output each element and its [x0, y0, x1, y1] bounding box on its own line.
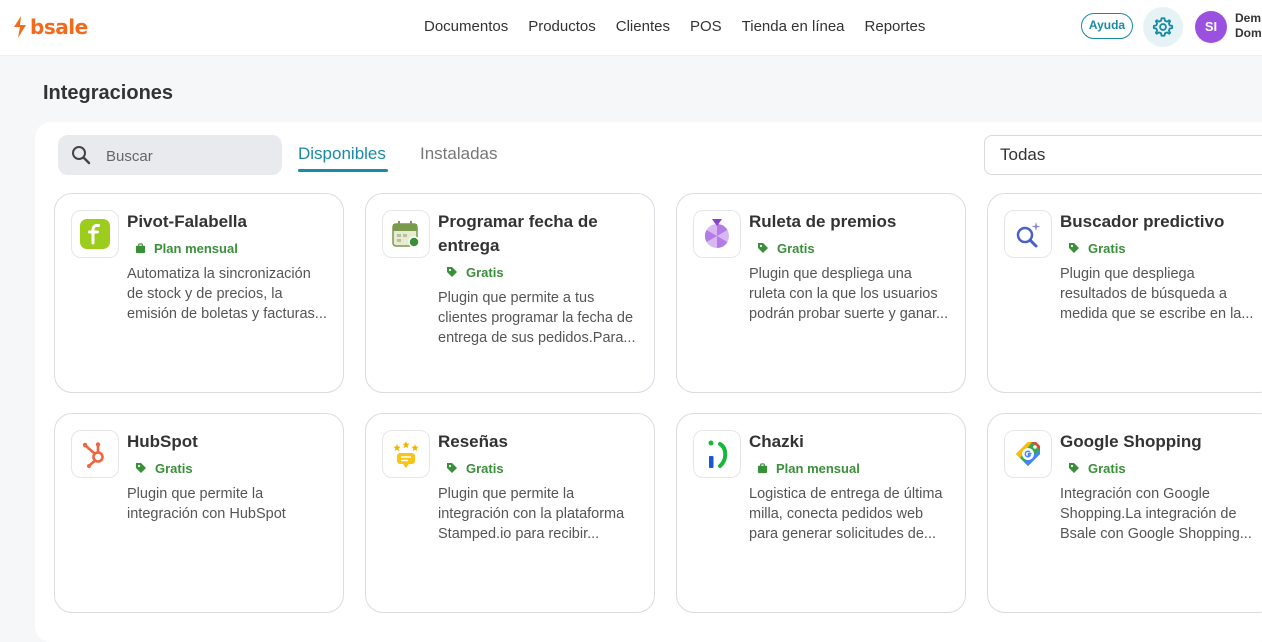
plan-badge: Gratis [1068, 240, 1260, 256]
tag-icon [447, 267, 457, 277]
gear-icon [1152, 17, 1174, 37]
search-icon [72, 146, 91, 165]
badge-label: Gratis [777, 240, 815, 256]
card-title: Programar fecha de entrega [438, 212, 598, 255]
user-name-line2: Dom [1235, 26, 1262, 40]
integration-card-pivot-falabella[interactable]: Pivot-Falabella Plan mensual Automatiza … [54, 193, 344, 393]
falabella-icon [71, 210, 119, 258]
nav-productos[interactable]: Productos [528, 18, 596, 35]
search-box [58, 135, 282, 177]
nav-documentos[interactable]: Documentos [424, 18, 508, 35]
nav-reportes[interactable]: Reportes [865, 18, 926, 35]
card-description: Plugin que despliega resultados de búsqu… [1060, 266, 1254, 322]
plan-badge: Gratis [135, 460, 327, 476]
nav-tienda-en-linea[interactable]: Tienda en línea [742, 18, 845, 35]
tag-icon [1069, 463, 1079, 473]
card-description: Integración con Google Shopping.La integ… [1060, 486, 1252, 542]
help-button[interactable]: Ayuda [1081, 13, 1133, 39]
page-title: Integraciones [43, 82, 174, 104]
integration-card-google-shopping[interactable]: Google Shopping Gratis Integración con G… [987, 413, 1262, 613]
plan-badge: Gratis [757, 240, 949, 256]
settings-button[interactable] [1143, 7, 1183, 47]
badge-label: Plan mensual [776, 460, 860, 476]
tab-instaladas[interactable]: Instaladas [420, 144, 498, 164]
card-title: Buscador predictivo [1060, 212, 1225, 231]
integration-card-resenas[interactable]: Reseñas Gratis Plugin que permite la int… [365, 413, 655, 613]
google-shopping-icon [1004, 430, 1052, 478]
card-description: Plugin que permite la integración con Hu… [127, 486, 286, 522]
bsale-logo[interactable]: bsale [12, 13, 88, 41]
calendar-icon [382, 210, 430, 258]
plan-badge: Gratis [446, 460, 638, 476]
integration-card-buscador-predictivo[interactable]: Buscador predictivo Gratis Plugin que de… [987, 193, 1262, 393]
card-title: Google Shopping [1060, 432, 1202, 451]
tag-icon [136, 463, 146, 473]
chazki-icon [693, 430, 741, 478]
plan-badge: Plan mensual [757, 460, 949, 476]
nav-pos[interactable]: POS [690, 18, 722, 35]
category-select[interactable]: Todas [984, 135, 1262, 175]
integration-card-hubspot[interactable]: HubSpot Gratis Plugin que permite la int… [54, 413, 344, 613]
card-title: Pivot-Falabella [127, 212, 247, 231]
badge-label: Gratis [1088, 460, 1126, 476]
magnifier-sparkle-icon [1004, 210, 1052, 258]
active-tab-indicator [298, 169, 388, 172]
badge-label: Gratis [155, 460, 193, 476]
top-bar: bsale Documentos Productos Clientes POS … [0, 0, 1262, 56]
briefcase-icon [757, 462, 768, 473]
integration-card-chazki[interactable]: Chazki Plan mensual Logistica de entrega… [676, 413, 966, 613]
integration-card-programar-fecha-de-entrega[interactable]: Programar fecha de entrega Gratis Plugin… [365, 193, 655, 393]
card-title: Ruleta de premios [749, 212, 897, 231]
search-input[interactable] [104, 135, 278, 177]
plan-badge: Gratis [1068, 460, 1260, 476]
user-name[interactable]: Dem Dom [1235, 11, 1262, 41]
nav-clientes[interactable]: Clientes [616, 18, 670, 35]
avatar[interactable]: SI [1195, 11, 1227, 43]
badge-label: Gratis [466, 460, 504, 476]
tab-disponibles[interactable]: Disponibles [298, 144, 386, 164]
badge-label: Plan mensual [154, 240, 238, 256]
hubspot-icon [71, 430, 119, 478]
card-title: Chazki [749, 432, 804, 451]
plan-badge: Gratis [446, 264, 638, 280]
tag-icon [1069, 243, 1079, 253]
tag-icon [447, 463, 457, 473]
card-title: Reseñas [438, 432, 508, 451]
badge-label: Gratis [466, 264, 504, 280]
card-title: HubSpot [127, 432, 198, 451]
reviews-stars-icon [382, 430, 430, 478]
integration-card-ruleta-de-premios[interactable]: Ruleta de premios Gratis Plugin que desp… [676, 193, 966, 393]
card-description: Plugin que despliega una ruleta con la q… [749, 266, 949, 322]
tag-icon [758, 243, 768, 253]
briefcase-icon [135, 242, 146, 253]
logo-text: bsale [30, 15, 88, 39]
card-description: Automatiza la sincronización de stock y … [127, 266, 327, 322]
prize-wheel-icon [693, 210, 741, 258]
card-description: Plugin que permite a tus clientes progra… [438, 290, 636, 346]
plan-badge: Plan mensual [135, 240, 327, 256]
card-description: Plugin que permite la integración con la… [438, 486, 625, 542]
badge-label: Gratis [1088, 240, 1126, 256]
main-nav: Documentos Productos Clientes POS Tienda… [424, 18, 945, 35]
bsale-logo-icon [14, 16, 26, 38]
user-name-line1: Dem [1235, 11, 1262, 25]
card-description: Logistica de entrega de última milla, co… [749, 486, 943, 542]
